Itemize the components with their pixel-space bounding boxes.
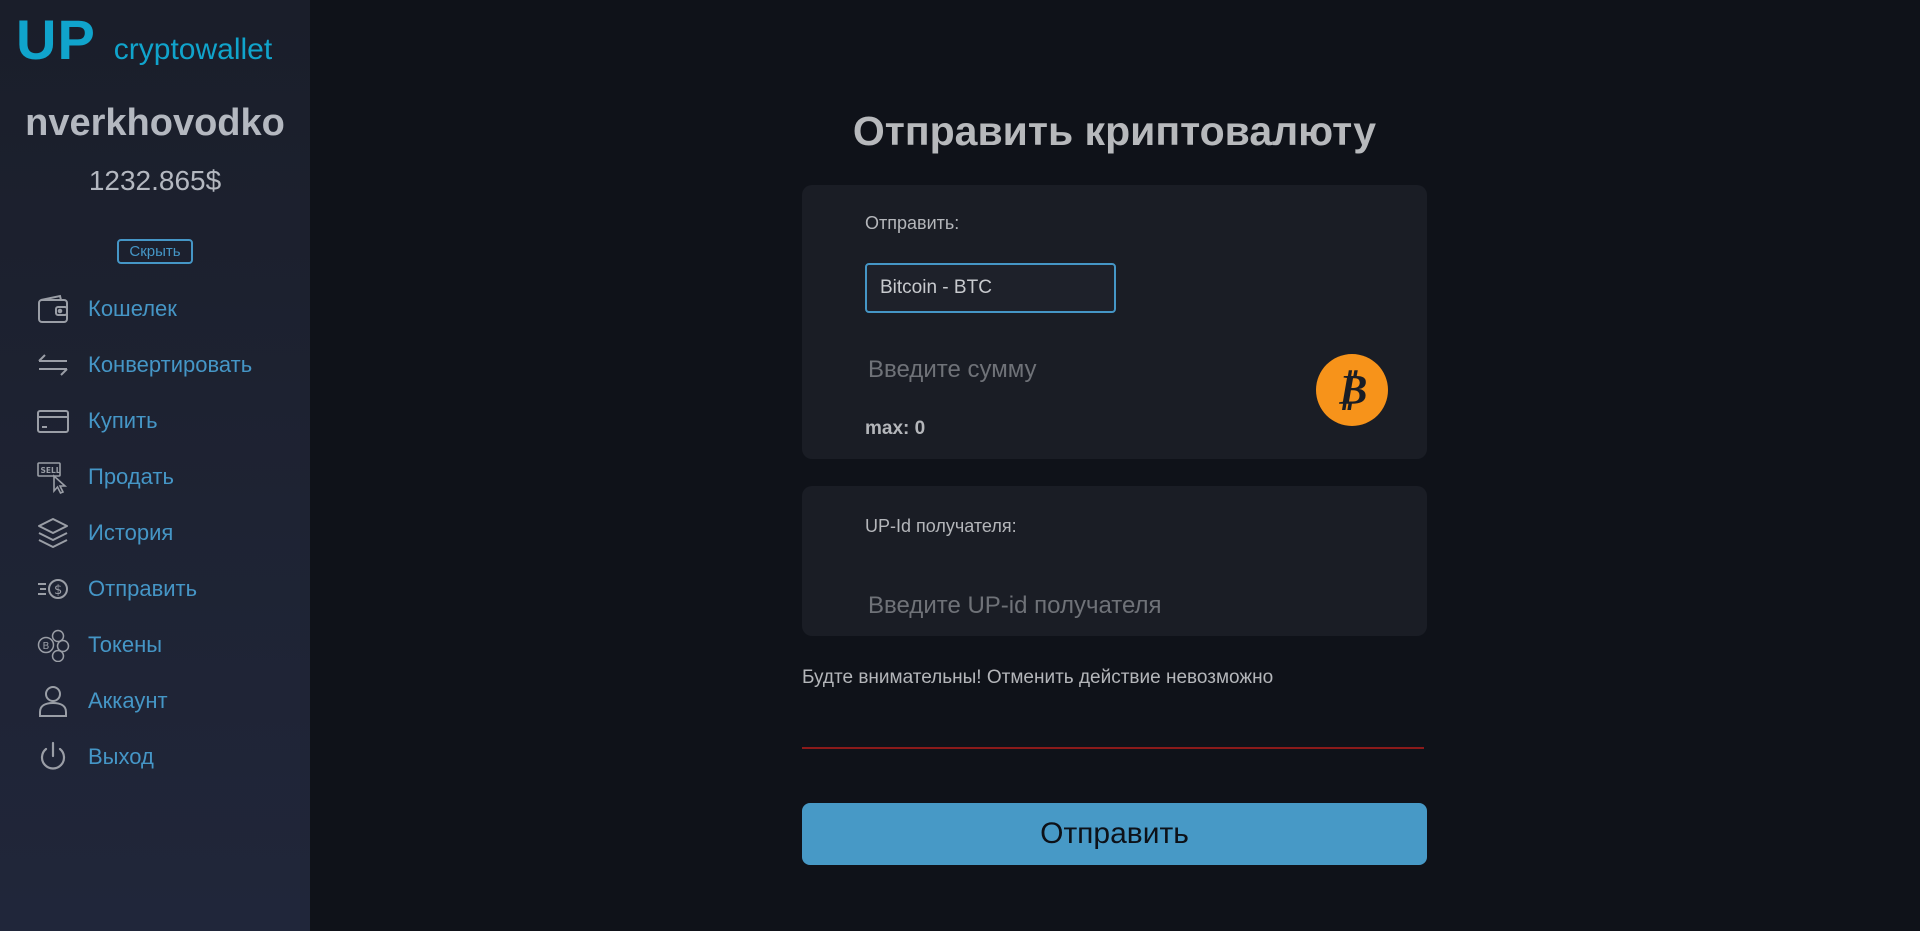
send-label: Отправить:: [865, 213, 960, 233]
currency-select-value: Bitcoin - BTC: [880, 277, 992, 298]
sidebar-item-history[interactable]: История: [0, 505, 310, 561]
balance: 1232.865$: [88, 165, 222, 196]
credit-card-icon: [36, 404, 70, 438]
sidebar-item-label: Купить: [88, 408, 158, 433]
wallet-icon: [36, 292, 70, 326]
user-icon: [36, 684, 70, 718]
sidebar-item-convert[interactable]: Конвертировать: [0, 337, 310, 393]
recipient-label: UP-Id получателя:: [865, 516, 1017, 536]
warning-text: Будте внимательны! Отменить действие нев…: [802, 667, 1274, 688]
send-money-icon: $: [36, 572, 70, 606]
sidebar-nav: Кошелек Конвертировать Купить SELL Прода…: [0, 281, 310, 785]
send-button[interactable]: Отправить: [802, 803, 1427, 865]
max-amount-label[interactable]: max: 0: [865, 418, 925, 440]
app-logo[interactable]: UP cryptowallet: [16, 10, 272, 70]
svg-text:$: $: [54, 583, 62, 598]
sidebar-item-label: История: [88, 520, 174, 545]
error-divider: [802, 747, 1424, 749]
svg-text:₿: ₿: [1337, 365, 1368, 414]
page-title: Отправить криптовалюту: [852, 108, 1377, 154]
username: nverkhovodko: [25, 102, 285, 144]
currency-select[interactable]: Bitcoin - BTC: [865, 263, 1116, 313]
recipient-card: UP-Id получателя:: [802, 486, 1427, 636]
sidebar-item-send[interactable]: $ Отправить: [0, 561, 310, 617]
sidebar-item-label: Выход: [88, 744, 154, 769]
svg-text:SELL: SELL: [41, 466, 61, 475]
svg-text:B: B: [43, 641, 50, 652]
bitcoin-icon: ₿: [1316, 354, 1388, 426]
tokens-icon: B: [36, 628, 70, 662]
sidebar-item-label: Отправить: [88, 576, 198, 601]
sidebar-item-label: Продать: [88, 464, 174, 489]
sidebar-item-logout[interactable]: Выход: [0, 729, 310, 785]
sell-tag-icon: SELL: [36, 460, 70, 494]
sidebar-item-label: Кошелек: [88, 296, 177, 321]
hide-balance-button[interactable]: Скрыть: [117, 239, 193, 264]
sidebar-item-label: Конвертировать: [88, 352, 253, 377]
amount-input[interactable]: [865, 350, 1265, 390]
sidebar-item-wallet[interactable]: Кошелек: [0, 281, 310, 337]
sidebar-item-account[interactable]: Аккаунт: [0, 673, 310, 729]
sidebar-item-sell[interactable]: SELL Продать: [0, 449, 310, 505]
logo-brand: UP: [16, 8, 96, 71]
layers-icon: [36, 516, 70, 550]
sidebar-item-label: Аккаунт: [88, 688, 168, 713]
sidebar-item-label: Токены: [88, 632, 163, 657]
power-icon: [36, 740, 70, 774]
sidebar-item-tokens[interactable]: B Токены: [0, 617, 310, 673]
logo-subtitle: cryptowallet: [113, 33, 273, 66]
sidebar: UP cryptowallet nverkhovodko 1232.865$ С…: [0, 0, 310, 931]
arrows-exchange-icon: [36, 348, 70, 382]
send-amount-card: Отправить: Bitcoin - BTC max: 0 ₿: [802, 185, 1427, 459]
sidebar-item-buy[interactable]: Купить: [0, 393, 310, 449]
recipient-upid-input[interactable]: [865, 586, 1265, 626]
